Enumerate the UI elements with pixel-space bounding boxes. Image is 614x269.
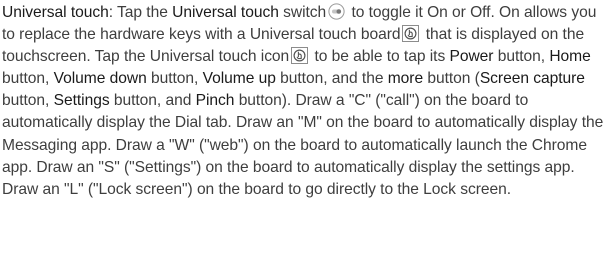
manual-page: Universal touch: Tap the Universal touch… (0, 0, 614, 269)
text-segment: to be able to tap its (310, 48, 450, 66)
toggle-switch-icon (328, 3, 345, 20)
term-volume-up: Volume up (202, 70, 276, 88)
term-settings: Settings (53, 92, 110, 110)
text-segment: switch (278, 4, 327, 21)
text-segment: button, and the (275, 70, 388, 88)
term-home: Home (549, 48, 591, 66)
term-pinch: Pinch (195, 92, 235, 110)
text-segment: button, and (109, 92, 196, 110)
text-segment: button ( (423, 70, 480, 88)
term-screen-capture: Screen capture (479, 70, 585, 88)
text-segment: button, (2, 92, 54, 110)
term-more: more (387, 70, 424, 88)
text-segment: button, (2, 70, 54, 88)
text-segment: : Tap the (108, 4, 173, 21)
universal-touch-icon (402, 25, 420, 43)
term-volume-down: Volume down (53, 70, 147, 88)
universal-touch-icon (291, 47, 309, 65)
term-universal-touch: Universal touch (2, 4, 109, 21)
term-power: Power (449, 48, 494, 66)
text-segment: button, (493, 48, 550, 66)
universal-touch-paragraph: Universal touch: Tap the Universal touch… (2, 2, 611, 201)
term-universal-touch-switch: Universal touch (172, 4, 279, 21)
text-segment: button, (146, 70, 203, 88)
